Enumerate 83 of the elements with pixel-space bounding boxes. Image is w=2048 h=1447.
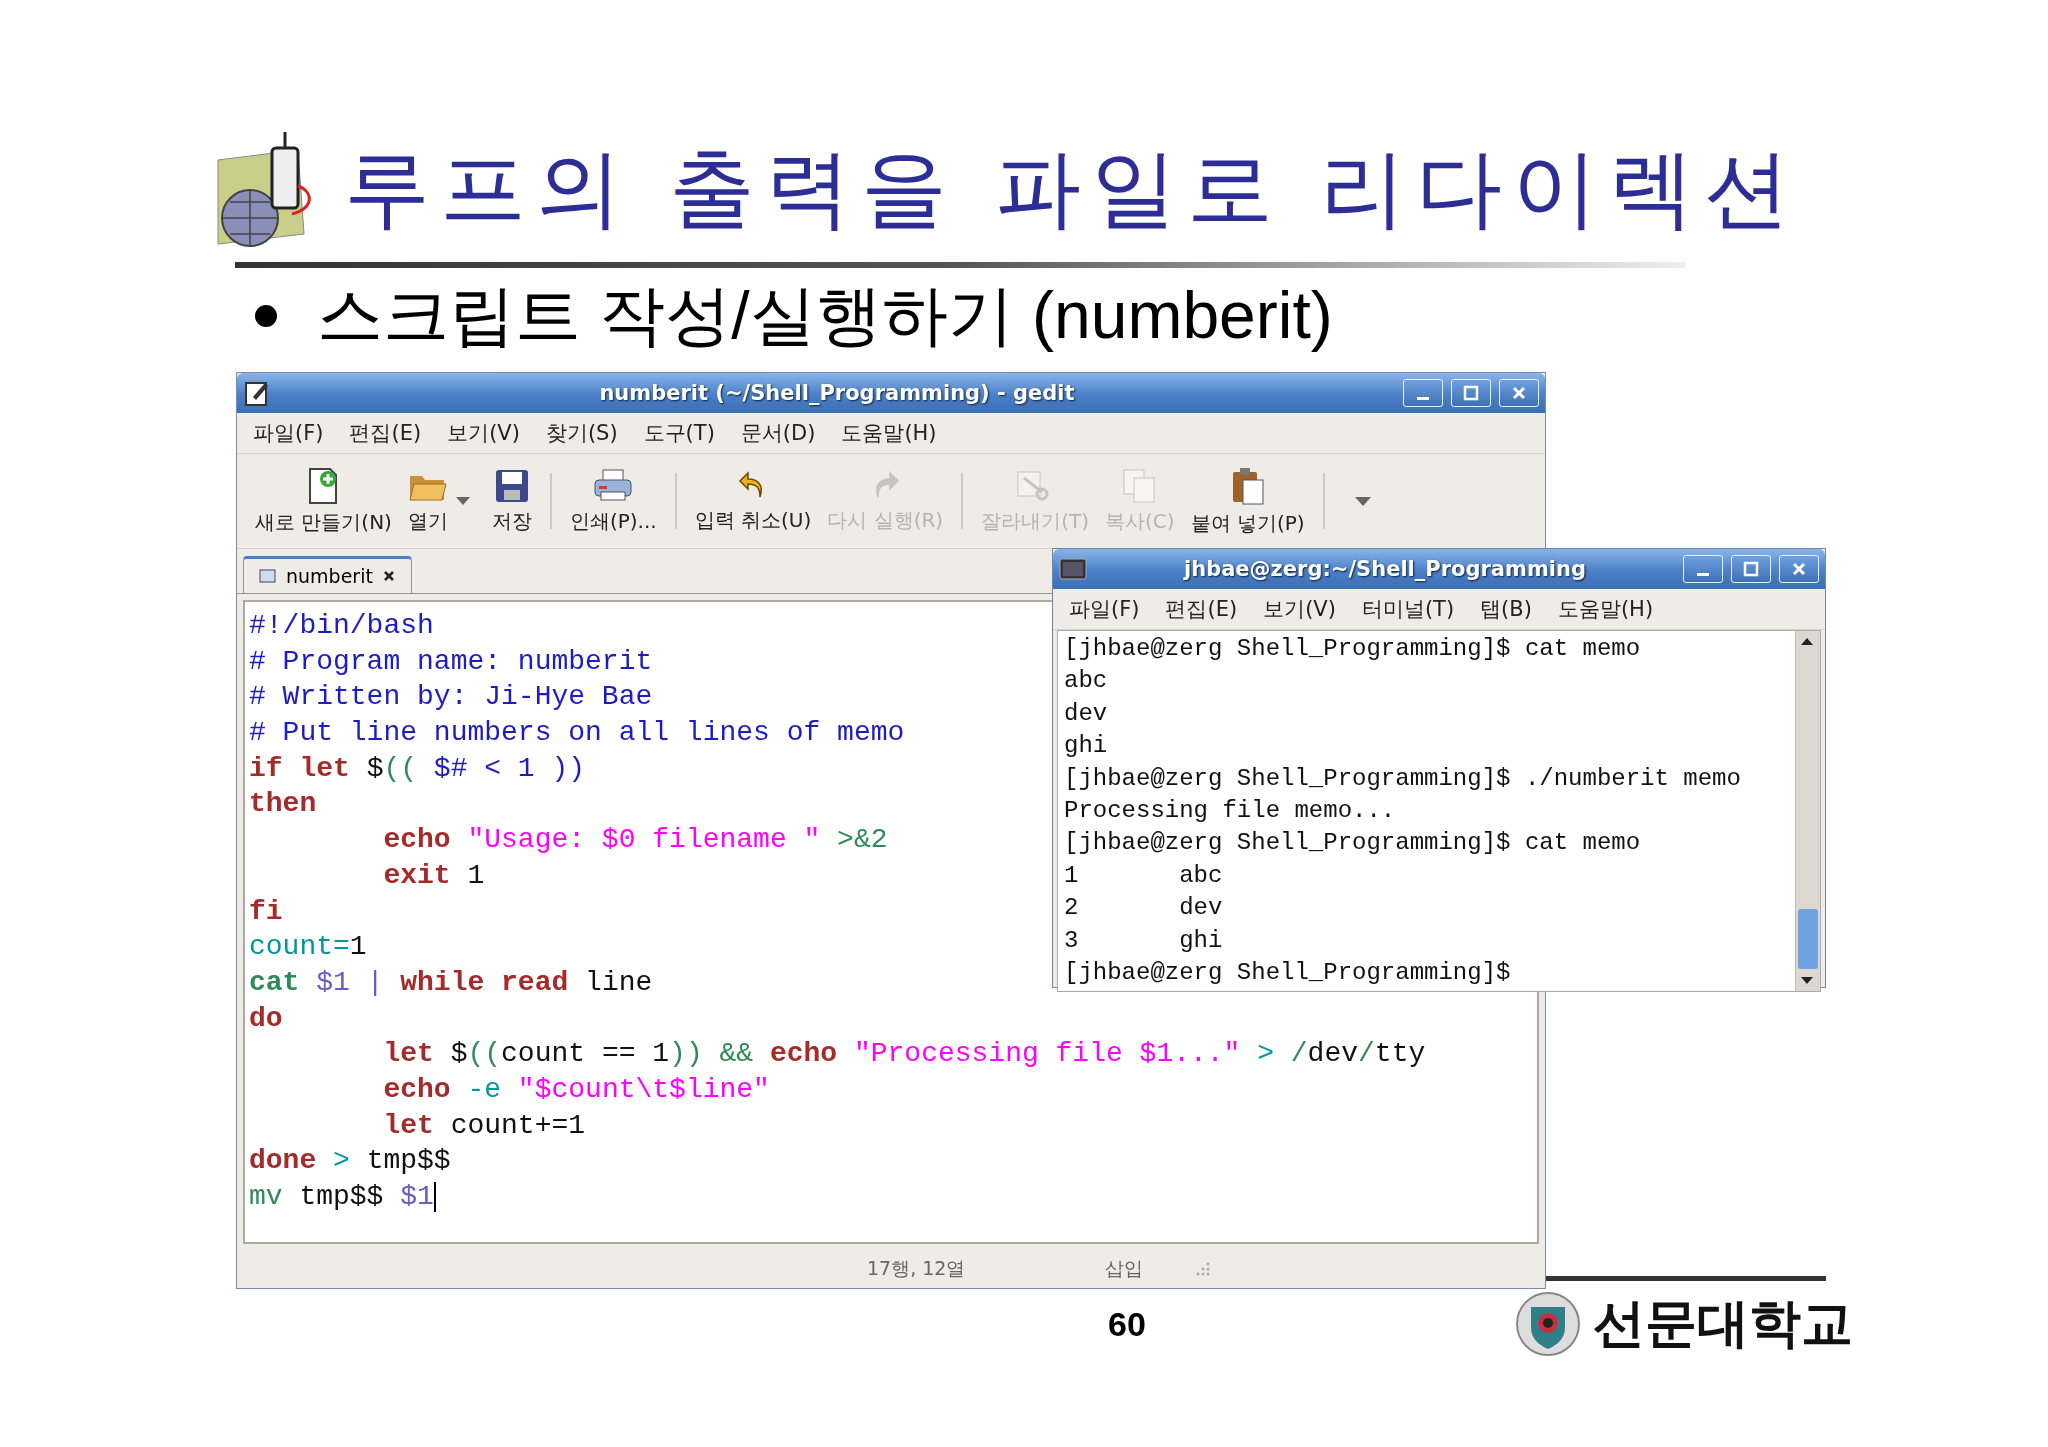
- toolbar-button[interactable]: 열기: [399, 465, 456, 537]
- code-line: mv tmp$$ $1: [249, 1180, 436, 1214]
- bullet-text: 스크립트 작성/실행하기 (numberit): [317, 277, 1333, 354]
- printer-icon: [593, 467, 634, 504]
- menu-item[interactable]: 파일(F): [1061, 591, 1148, 627]
- code-line: let count+=1: [382, 1108, 586, 1143]
- overflow-arrow-icon[interactable]: [1354, 496, 1371, 506]
- terminal-line: Processing file memo...: [1064, 796, 1397, 827]
- menu-item[interactable]: 탭(B): [1472, 591, 1540, 627]
- terminal-line: 1 abc: [1064, 860, 1224, 891]
- terminal-icon: [1059, 557, 1087, 581]
- menu-item[interactable]: 도움말(H): [1549, 591, 1662, 627]
- maximize-icon: [1743, 561, 1759, 577]
- maximize-button[interactable]: [1451, 379, 1491, 407]
- close-icon: [382, 570, 395, 582]
- menu-item[interactable]: 편집(E): [1157, 591, 1246, 627]
- code-line: # Program name: numberit: [249, 644, 653, 679]
- document-icon: [258, 567, 278, 585]
- menu-item[interactable]: 찾기(S): [537, 415, 626, 451]
- menu-item[interactable]: 보기(V): [1255, 591, 1344, 627]
- dropdown-arrow-icon[interactable]: [455, 497, 470, 505]
- code-line: do: [249, 1001, 283, 1036]
- copy-pages-icon: [1121, 467, 1158, 504]
- menu-item[interactable]: 보기(V): [439, 415, 528, 451]
- menu-item[interactable]: 도구(T): [635, 415, 723, 451]
- terminal-line: 2 dev: [1064, 893, 1224, 924]
- menu-item[interactable]: 터미널(T): [1353, 591, 1463, 627]
- window-title: jhbae@zerg:~/Shell_Programming: [1182, 557, 1587, 581]
- document-tab[interactable]: numberit: [243, 556, 412, 593]
- cursor-position: 17행, 12열: [867, 1256, 966, 1281]
- code-line: done > tmp$$: [249, 1144, 451, 1179]
- code-line: if let $(( $# < 1 )): [249, 751, 586, 786]
- terminal-line: [jhbae@zerg Shell_Programming]$ cat memo: [1064, 634, 1642, 664]
- university-name: 선문대학교: [1593, 1292, 1853, 1355]
- toolbar-button[interactable]: 새로 만들기(N): [247, 464, 400, 538]
- terminal-line: [jhbae@zerg Shell_Programming]$: [1064, 958, 1512, 989]
- tab-label: numberit: [286, 565, 373, 587]
- minimize-button[interactable]: [1403, 379, 1443, 407]
- minimize-button[interactable]: [1683, 555, 1723, 583]
- close-icon: [1791, 561, 1807, 577]
- code-line: cat $1 | while read line: [249, 965, 653, 1000]
- code-line: then: [249, 787, 317, 822]
- code-line: let $((count == 1)) && echo "Processing file $1..." > /dev/tty: [382, 1037, 1426, 1072]
- menu-item[interactable]: 도움말(H): [833, 415, 945, 451]
- scrollbar[interactable]: [1795, 631, 1820, 992]
- minimize-icon: [1417, 396, 1429, 400]
- terminal-line: abc: [1064, 666, 1109, 697]
- terminal-line: [jhbae@zerg Shell_Programming]$ cat memo: [1064, 828, 1642, 859]
- window-title: numberit (~/Shell_Programming) - gedit: [598, 381, 1076, 405]
- menu-item[interactable]: 편집(E): [341, 415, 430, 451]
- code-line: fi: [249, 894, 283, 929]
- university-emblem-icon: [1515, 1291, 1581, 1357]
- code-line: echo -e "$count\t$line": [382, 1072, 770, 1107]
- resize-grip-icon[interactable]: [1195, 1261, 1212, 1277]
- clipboard-icon: [1230, 465, 1265, 506]
- code-line: count=1: [249, 930, 367, 965]
- bullet-icon: [255, 305, 277, 327]
- notepad-pencil-icon: [243, 379, 271, 407]
- code-line: # Put line numbers on all lines of memo: [249, 716, 905, 751]
- close-button[interactable]: [1499, 379, 1539, 407]
- terminal-line: [jhbae@zerg Shell_Programming]$ ./numberit memo: [1064, 763, 1742, 794]
- insert-mode: 삽입: [1105, 1256, 1144, 1281]
- toolbar-button[interactable]: 인쇄(P)...: [561, 465, 665, 537]
- page-number: 60: [1108, 1304, 1147, 1344]
- menu-item[interactable]: 문서(D): [732, 415, 824, 451]
- terminal-line: dev: [1064, 698, 1109, 729]
- minimize-icon: [1697, 572, 1709, 576]
- toolbar-button[interactable]: 붙여 넣기(P): [1182, 463, 1313, 539]
- close-button[interactable]: [1779, 555, 1819, 583]
- code-line: #!/bin/bash: [249, 609, 434, 643]
- terminal-line: 3 ghi: [1064, 925, 1224, 956]
- terminal-line: ghi: [1064, 731, 1109, 762]
- maximize-icon: [1463, 385, 1479, 401]
- code-line: echo "Usage: $0 filename " >&2: [382, 823, 888, 858]
- toolbar-button[interactable]: 입력 취소(U): [686, 466, 820, 536]
- menu-item[interactable]: 파일(F): [245, 415, 332, 451]
- close-icon: [1511, 385, 1527, 401]
- scrollbar-thumb[interactable]: [1798, 909, 1818, 970]
- toolbar-button[interactable]: 저장: [483, 465, 540, 537]
- slide-title: 루프의 출력을 파일로 리다이렉션: [344, 136, 1800, 240]
- maximize-button[interactable]: [1731, 555, 1771, 583]
- code-line: exit 1: [382, 858, 485, 893]
- code-line: # Written by: Ji-Hye Bae: [249, 680, 653, 715]
